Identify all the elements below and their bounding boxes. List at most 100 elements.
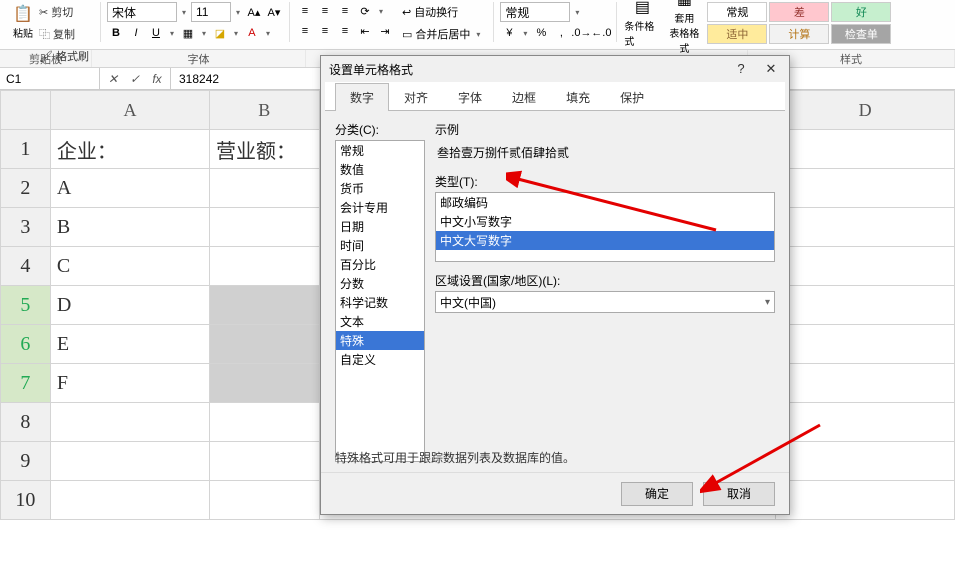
cell[interactable] xyxy=(210,208,320,247)
category-item-fraction[interactable]: 分数 xyxy=(336,274,424,293)
cell-style-compute[interactable]: 计算 xyxy=(769,24,829,44)
cell[interactable] xyxy=(210,481,320,520)
wrap-text-button[interactable]: ↩ 自动换行 xyxy=(398,2,487,22)
conditional-format-button[interactable]: ▤ 条件格式 xyxy=(623,2,661,42)
number-format-input[interactable] xyxy=(500,2,570,22)
fx-icon[interactable]: fx xyxy=(148,70,166,88)
row-header[interactable]: 6 xyxy=(1,325,51,364)
cell-style-neutral[interactable]: 适中 xyxy=(707,24,767,44)
col-header[interactable]: D xyxy=(776,91,955,130)
cell[interactable] xyxy=(776,169,955,208)
cell[interactable] xyxy=(776,130,955,169)
cell-style-normal[interactable]: 常规 xyxy=(707,2,767,22)
merge-center-button[interactable]: ▭ 合并后居中 ▾ xyxy=(398,24,487,44)
font-size-input[interactable] xyxy=(191,2,231,22)
cell[interactable]: B xyxy=(50,208,209,247)
cell[interactable] xyxy=(210,247,320,286)
underline-button[interactable]: U xyxy=(147,24,165,42)
category-item-date[interactable]: 日期 xyxy=(336,217,424,236)
italic-button[interactable]: I xyxy=(127,24,145,42)
category-item-special[interactable]: 特殊 xyxy=(336,331,424,350)
category-item-scientific[interactable]: 科学记数 xyxy=(336,293,424,312)
cell-style-bad[interactable]: 差 xyxy=(769,2,829,22)
cell[interactable] xyxy=(210,169,320,208)
align-right-button[interactable]: ≡ xyxy=(336,22,354,40)
cell[interactable] xyxy=(776,325,955,364)
row-header[interactable]: 1 xyxy=(1,130,51,169)
row-header[interactable]: 3 xyxy=(1,208,51,247)
cell[interactable]: 企业： xyxy=(50,130,209,169)
dialog-titlebar[interactable]: 设置单元格格式 ? ✕ xyxy=(321,56,789,82)
dialog-help-button[interactable]: ? xyxy=(731,61,751,77)
tab-font[interactable]: 字体 xyxy=(443,83,497,111)
row-header[interactable]: 9 xyxy=(1,442,51,481)
decrease-indent-button[interactable]: ⇤ xyxy=(356,22,374,40)
chevron-down-icon[interactable]: ▾ xyxy=(179,8,189,17)
tab-alignment[interactable]: 对齐 xyxy=(389,83,443,111)
row-header[interactable]: 7 xyxy=(1,364,51,403)
category-item-accounting[interactable]: 会计专用 xyxy=(336,198,424,217)
cancel-edit-icon[interactable]: ✕ xyxy=(104,70,122,88)
chevron-down-icon[interactable]: ▾ xyxy=(167,29,177,38)
copy-button[interactable]: ⿻ 复制 xyxy=(34,24,94,44)
name-box[interactable]: C1 xyxy=(0,68,100,89)
chevron-down-icon[interactable]: ▾ xyxy=(231,29,241,38)
chevron-down-icon[interactable]: ▾ xyxy=(520,29,530,38)
increase-indent-button[interactable]: ⇥ xyxy=(376,22,394,40)
border-button[interactable]: ▦ xyxy=(179,24,197,42)
align-center-button[interactable]: ≡ xyxy=(316,22,334,40)
ok-button[interactable]: 确定 xyxy=(621,482,693,506)
category-item-time[interactable]: 时间 xyxy=(336,236,424,255)
cell-style-good[interactable]: 好 xyxy=(831,2,891,22)
fill-color-button[interactable]: ◪ xyxy=(211,24,229,42)
percent-button[interactable]: % xyxy=(532,24,550,42)
type-item-cn-lower[interactable]: 中文小写数字 xyxy=(436,212,774,231)
bold-button[interactable]: B xyxy=(107,24,125,42)
align-bottom-button[interactable]: ≡ xyxy=(336,2,354,20)
chevron-down-icon[interactable]: ▾ xyxy=(199,29,209,38)
category-item-number[interactable]: 数值 xyxy=(336,160,424,179)
category-list[interactable]: 常规 数值 货币 会计专用 日期 时间 百分比 分数 科学记数 文本 特殊 自定… xyxy=(335,140,425,462)
dialog-close-button[interactable]: ✕ xyxy=(761,61,781,77)
cell[interactable] xyxy=(210,403,320,442)
cell[interactable]: F xyxy=(50,364,209,403)
locale-select[interactable]: 中文(中国) ▾ xyxy=(435,291,775,313)
cell-style-check[interactable]: 检查单 xyxy=(831,24,891,44)
type-list[interactable]: 邮政编码 中文小写数字 中文大写数字 xyxy=(435,192,775,262)
category-item-custom[interactable]: 自定义 xyxy=(336,350,424,369)
align-middle-button[interactable]: ≡ xyxy=(316,2,334,20)
increase-font-button[interactable]: A▴ xyxy=(245,3,263,21)
increase-decimal-button[interactable]: .0→ xyxy=(572,24,590,42)
tab-protection[interactable]: 保护 xyxy=(605,83,659,111)
cell[interactable]: A xyxy=(50,169,209,208)
align-top-button[interactable]: ≡ xyxy=(296,2,314,20)
cell[interactable] xyxy=(210,442,320,481)
type-item-cn-upper[interactable]: 中文大写数字 xyxy=(436,231,774,250)
col-header[interactable]: B xyxy=(210,91,320,130)
tab-number[interactable]: 数字 xyxy=(335,83,389,111)
cell[interactable] xyxy=(776,442,955,481)
category-item-percentage[interactable]: 百分比 xyxy=(336,255,424,274)
cut-button[interactable]: ✂ 剪切 xyxy=(34,2,94,22)
tab-fill[interactable]: 填充 xyxy=(551,83,605,111)
cell[interactable] xyxy=(776,208,955,247)
row-header[interactable]: 8 xyxy=(1,403,51,442)
decrease-font-button[interactable]: A▾ xyxy=(265,3,283,21)
table-format-button[interactable]: ▦ 套用 表格格式 xyxy=(665,2,703,42)
cell[interactable]: E xyxy=(50,325,209,364)
orientation-button[interactable]: ⟳ xyxy=(356,2,374,20)
cell[interactable] xyxy=(210,364,320,403)
cell[interactable]: C xyxy=(50,247,209,286)
row-header[interactable]: 5 xyxy=(1,286,51,325)
col-header[interactable]: A xyxy=(50,91,209,130)
cell[interactable] xyxy=(210,325,320,364)
row-header[interactable]: 4 xyxy=(1,247,51,286)
select-all-corner[interactable] xyxy=(1,91,51,130)
category-item-currency[interactable]: 货币 xyxy=(336,179,424,198)
font-color-button[interactable]: A xyxy=(243,24,261,42)
category-item-general[interactable]: 常规 xyxy=(336,141,424,160)
cell[interactable]: D xyxy=(50,286,209,325)
cell[interactable] xyxy=(776,286,955,325)
cell[interactable]: 营业额： xyxy=(210,130,320,169)
align-left-button[interactable]: ≡ xyxy=(296,22,314,40)
